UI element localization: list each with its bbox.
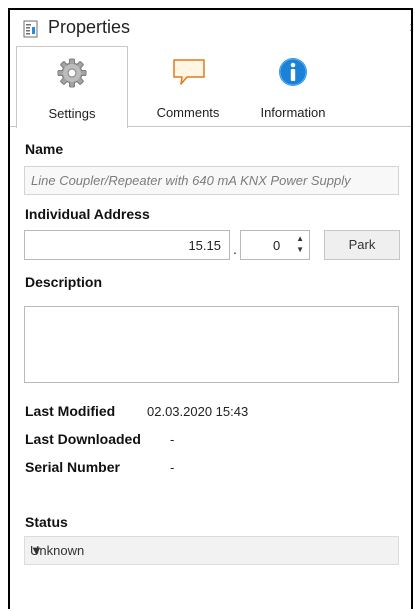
description-label: Description: [25, 274, 103, 290]
device-address-stepper[interactable]: 0 ▲ ▼: [240, 230, 310, 260]
serial-number-value: -: [170, 460, 175, 475]
name-label: Name: [25, 141, 64, 157]
address-line-value: 15.15: [188, 238, 221, 253]
properties-document-icon: [23, 20, 38, 38]
name-field[interactable]: Line Coupler/Repeater with 640 mA KNX Po…: [24, 166, 399, 195]
serial-number-label: Serial Number: [25, 459, 120, 475]
name-value: Line Coupler/Repeater with 640 mA KNX Po…: [31, 173, 351, 188]
chevron-down-icon: ▼: [30, 543, 43, 558]
last-modified-label: Last Modified: [25, 403, 116, 419]
status-label: Status: [25, 514, 68, 530]
tab-comments[interactable]: Comments: [138, 46, 238, 126]
tab-comments-label: Comments: [156, 105, 220, 120]
tab-settings-label: Settings: [48, 106, 96, 121]
speech-bubble-icon: [173, 59, 205, 85]
park-button[interactable]: Park: [324, 230, 400, 260]
gear-icon: [57, 58, 87, 88]
collapse-chevron-icon[interactable]: ›: [409, 17, 411, 37]
tab-information-label: Information: [260, 105, 326, 120]
status-dropdown[interactable]: Unknown ▼: [24, 536, 399, 565]
address-separator: .: [233, 241, 237, 257]
last-downloaded-label: Last Downloaded: [25, 431, 141, 447]
last-downloaded-value: -: [170, 432, 175, 447]
tab-strip: Settings Comments Information: [10, 46, 411, 128]
description-textarea[interactable]: [24, 306, 399, 383]
spinner-up-icon[interactable]: ▲: [296, 234, 304, 243]
spinner-down-icon[interactable]: ▼: [296, 245, 304, 254]
tab-settings[interactable]: Settings: [16, 46, 128, 128]
address-line-input[interactable]: 15.15: [24, 230, 230, 260]
individual-address-label: Individual Address: [25, 206, 150, 222]
panel-title: Properties: [48, 17, 131, 37]
last-modified-value: 02.03.2020 15:43: [147, 404, 249, 419]
tab-information[interactable]: Information: [248, 46, 338, 126]
properties-panel: Properties › Settings: [8, 8, 413, 609]
panel-header: Properties ›: [10, 10, 411, 46]
info-icon: [279, 58, 307, 86]
device-address-value: 0: [273, 238, 281, 253]
